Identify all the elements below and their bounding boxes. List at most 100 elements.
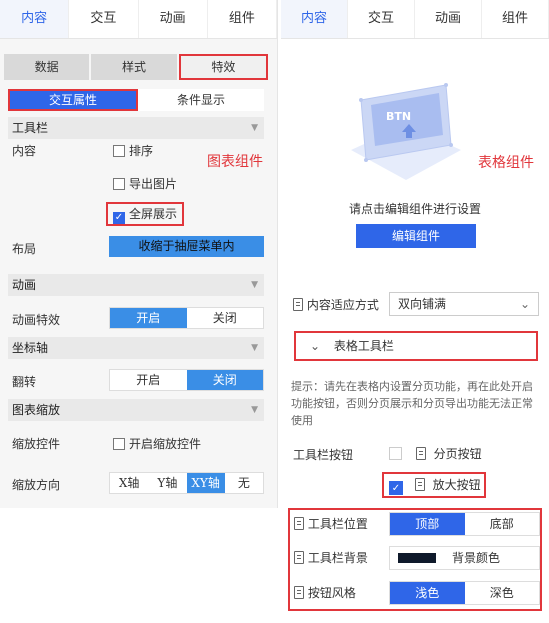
paging-button-label: 分页按钮 (433, 447, 482, 461)
chevron-down-icon: ⌄ (310, 339, 321, 353)
button-style-label: 按钮风格 (307, 586, 356, 600)
color-swatch (398, 553, 436, 563)
subtab-effect[interactable]: 特效 (178, 54, 268, 80)
checkbox-icon[interactable] (113, 438, 125, 450)
checkbox-export-label: 导出图片 (129, 177, 178, 191)
pagination-tip: 提示：请先在表格内设置分页功能，再在此处开启功能按钮，否则分页展示和分页导出功能… (291, 380, 533, 427)
edit-hint: 请点击编辑组件进行设置 (349, 202, 482, 216)
section-toolbar-title: 工具栏 (12, 121, 49, 135)
zoom-direction-toggle: X轴 Y轴 XY轴 无 (109, 472, 264, 494)
subtab-condition-display[interactable]: 条件显示 (138, 89, 264, 111)
bg-color-label: 背景颜色 (452, 551, 501, 565)
flip-toggle: 开启 关闭 (109, 369, 264, 391)
anim-effect-toggle: 开启 关闭 (109, 307, 264, 329)
zoom-direction-label: 缩放方向 (12, 478, 61, 492)
check-icon[interactable]: ✓ (389, 481, 403, 495)
tab-interaction[interactable]: 交互 (69, 0, 139, 38)
fit-mode-select[interactable]: 双向铺满 ⌄ (389, 292, 539, 316)
section-zoom-title: 图表缩放 (12, 403, 61, 417)
tab-animation[interactable]: 动画 (415, 0, 482, 38)
btn-illustration-text: BTN (386, 110, 411, 123)
fit-mode-row: 内容适应方式 (293, 296, 379, 313)
checkbox-zoom-control[interactable]: 开启缩放控件 (113, 435, 201, 452)
checkbox-sort-label: 排序 (129, 144, 154, 158)
section-chart-zoom[interactable]: 图表缩放 ▼ (8, 399, 264, 421)
btn-illustration: BTN (351, 83, 461, 180)
toolbar-bg-row: 工具栏背景 (294, 549, 368, 566)
layout-select[interactable]: 收缩于抽屉菜单内 (109, 236, 264, 257)
zoom-dir-x[interactable]: X轴 (110, 473, 148, 493)
bg-color-picker[interactable]: 背景颜色 (389, 546, 540, 570)
toolbar-bg-label: 工具栏背景 (307, 551, 368, 565)
chevron-down-icon: ▼ (251, 280, 258, 290)
doc-icon (414, 478, 425, 491)
anim-on-button[interactable]: 开启 (110, 308, 187, 328)
tab-animation[interactable]: 动画 (139, 0, 208, 38)
checkbox-icon[interactable] (113, 178, 125, 190)
chart-component-annotation: 图表组件 (207, 154, 263, 170)
section-toolbar[interactable]: 工具栏 ▼ (8, 117, 264, 139)
anim-off-button[interactable]: 关闭 (187, 308, 264, 328)
zoom-control-label: 缩放控件 (12, 437, 61, 451)
flip-on-button[interactable]: 开启 (110, 370, 187, 390)
subtab-bar: 数据 样式 特效 (4, 54, 268, 80)
style-dark-button[interactable]: 深色 (465, 582, 540, 604)
paging-button-option[interactable]: 分页按钮 (389, 445, 482, 462)
tab-content[interactable]: 内容 (281, 0, 348, 38)
button-style-toggle: 浅色 深色 (389, 581, 540, 605)
style-light-button[interactable]: 浅色 (390, 582, 465, 604)
chevron-down-icon: ⌄ (519, 297, 530, 311)
zoom-dir-xy[interactable]: XY轴 (186, 473, 225, 493)
position-top-button[interactable]: 顶部 (390, 513, 465, 535)
section-animation[interactable]: 动画 ▼ (8, 274, 264, 296)
content-label: 内容 (12, 144, 37, 158)
right-panel: 内容 交互 动画 组件 BTN 表格组件 请点击编辑组件进行设置 编辑组件 内容… (281, 0, 549, 623)
table-toolbar-section[interactable]: ⌄ 表格工具栏 (294, 331, 538, 361)
section-axis[interactable]: 坐标轴 ▼ (8, 337, 264, 359)
check-icon[interactable]: ✓ (113, 212, 125, 224)
section-axis-title: 坐标轴 (12, 341, 49, 355)
checkbox-export-image[interactable]: 导出图片 (113, 175, 177, 192)
doc-icon (415, 447, 426, 460)
chevron-down-icon: ▼ (251, 405, 258, 415)
subtab-style[interactable]: 样式 (91, 54, 177, 80)
subtab-data[interactable]: 数据 (4, 54, 90, 80)
fit-mode-value: 双向铺满 (398, 297, 447, 311)
toolbar-position-row: 工具栏位置 (294, 515, 368, 532)
table-component-annotation: 表格组件 (478, 155, 534, 171)
checkbox-zoom-label: 开启缩放控件 (129, 437, 202, 451)
fit-mode-label: 内容适应方式 (306, 298, 379, 312)
tab-interaction[interactable]: 交互 (348, 0, 415, 38)
toolbar-buttons-label: 工具栏按钮 (293, 448, 354, 462)
toolbar-position-toggle: 顶部 底部 (389, 512, 540, 536)
chevron-down-icon: ▼ (251, 343, 258, 353)
zoom-button-label: 放大按钮 (432, 478, 481, 492)
subtab2-bar: 交互属性 条件显示 (8, 89, 264, 111)
left-panel: 内容 交互 动画 组件 数据 样式 特效 交互属性 条件显示 工具栏 ▼ 内容 … (0, 0, 278, 508)
zoom-dir-none[interactable]: 无 (225, 473, 263, 493)
flip-off-button[interactable]: 关闭 (186, 370, 263, 390)
subtab-interaction-props[interactable]: 交互属性 (8, 89, 138, 111)
tab-component[interactable]: 组件 (208, 0, 277, 38)
doc-icon (294, 551, 304, 564)
left-tabbar: 内容 交互 动画 组件 (0, 0, 277, 39)
checkbox-fullscreen[interactable]: ✓ 全屏展示 (106, 202, 184, 226)
checkbox-icon[interactable] (389, 447, 402, 460)
chevron-down-icon: ▼ (251, 123, 258, 133)
zoom-button-option[interactable]: ✓ 放大按钮 (382, 472, 486, 498)
zoom-dir-y[interactable]: Y轴 (148, 473, 186, 493)
flip-label: 翻转 (12, 375, 37, 389)
doc-icon (294, 517, 304, 530)
edit-component-button[interactable]: 编辑组件 (356, 224, 476, 248)
tab-component[interactable]: 组件 (482, 0, 549, 38)
checkbox-icon[interactable] (113, 145, 125, 157)
checkbox-sort[interactable]: 排序 (113, 142, 153, 159)
position-bottom-button[interactable]: 底部 (465, 513, 540, 535)
anim-effect-label: 动画特效 (12, 313, 61, 327)
table-toolbar-title: 表格工具栏 (333, 339, 394, 353)
section-animation-title: 动画 (12, 278, 37, 292)
tab-content[interactable]: 内容 (0, 0, 70, 38)
layout-label: 布局 (12, 242, 37, 256)
button-style-row: 按钮风格 (294, 584, 356, 601)
doc-icon (294, 586, 304, 599)
